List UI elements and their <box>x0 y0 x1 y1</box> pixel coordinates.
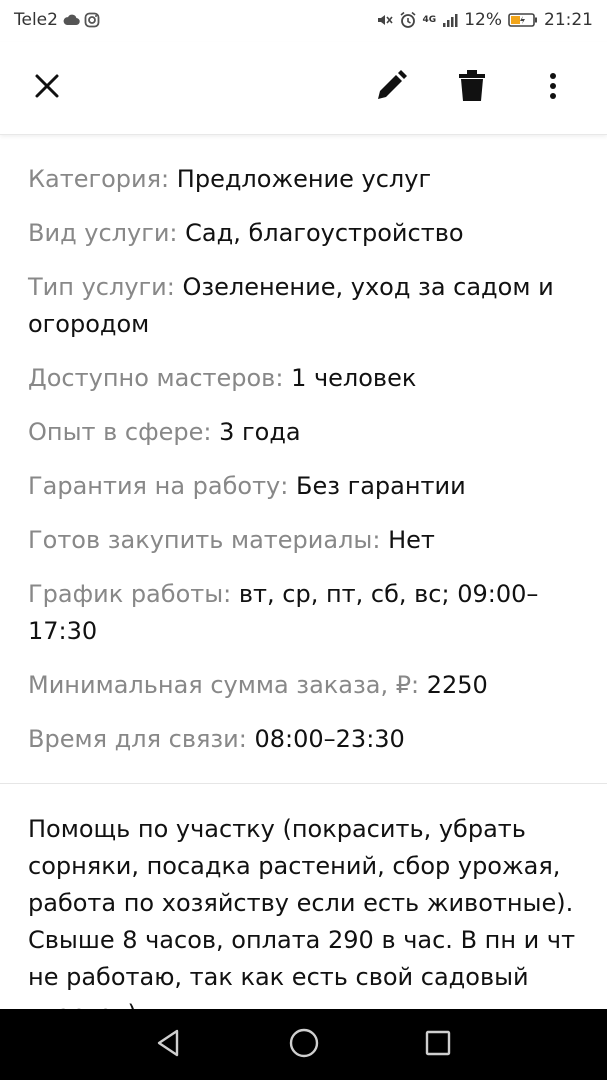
details-list: Категория: Предложение услуг Вид услуги:… <box>0 135 607 758</box>
carrier-name: Tele2 <box>14 10 58 30</box>
status-left: Tele2 <box>14 10 100 30</box>
more-vert-icon <box>549 72 557 104</box>
recents-square-icon <box>424 1029 452 1061</box>
status-right: 4G 12% 21:21 <box>375 10 593 30</box>
detail-schedule: График работы: вт, ср, пт, сб, вс; 09:00… <box>28 580 539 645</box>
back-triangle-icon <box>154 1028 182 1062</box>
clock: 21:21 <box>544 10 593 30</box>
home-circle-icon <box>288 1027 320 1063</box>
detail-category: Категория: Предложение услуг <box>28 165 432 193</box>
close-button[interactable] <box>25 66 69 110</box>
system-nav-bar <box>0 1009 607 1080</box>
detail-contact-time: Время для связи: 08:00–23:30 <box>28 725 405 753</box>
app-toolbar <box>0 42 607 135</box>
instagram-icon <box>84 12 100 28</box>
section-divider <box>0 783 607 784</box>
battery-icon <box>508 12 538 28</box>
delete-icon <box>457 69 487 107</box>
cloud-icon <box>62 14 80 26</box>
detail-min-order: Минимальная сумма заказа, ₽: 2250 <box>28 671 488 699</box>
close-icon <box>34 73 60 103</box>
nav-home-button[interactable] <box>286 1027 322 1063</box>
detail-materials: Готов закупить материалы: Нет <box>28 526 435 554</box>
signal-icon <box>442 12 458 28</box>
detail-service-kind: Вид услуги: Сад, благоустройство <box>28 219 464 247</box>
listing-content: Категория: Предложение услуг Вид услуги:… <box>0 135 607 1009</box>
detail-service-type: Тип услуги: Озеленение, уход за садом и … <box>28 273 554 338</box>
detail-experience: Опыт в сфере: 3 года <box>28 418 301 446</box>
nav-back-button[interactable] <box>150 1027 186 1063</box>
mute-icon <box>375 11 393 29</box>
network-type: 4G <box>422 14 437 25</box>
nav-recents-button[interactable] <box>420 1027 456 1063</box>
edit-icon <box>374 69 408 107</box>
description-text: Помощь по участку (покрасить, убрать сор… <box>28 815 576 1009</box>
delete-button[interactable] <box>450 66 494 110</box>
status-bar: Tele2 4G 12% 21:21 <box>0 0 607 42</box>
alarm-icon <box>399 11 417 29</box>
detail-guarantee: Гарантия на работу: Без гарантии <box>28 472 466 500</box>
battery-percent: 12% <box>464 10 502 30</box>
edit-button[interactable] <box>369 66 413 110</box>
detail-masters: Доступно мастеров: 1 человек <box>28 364 417 392</box>
more-options-button[interactable] <box>531 66 575 110</box>
